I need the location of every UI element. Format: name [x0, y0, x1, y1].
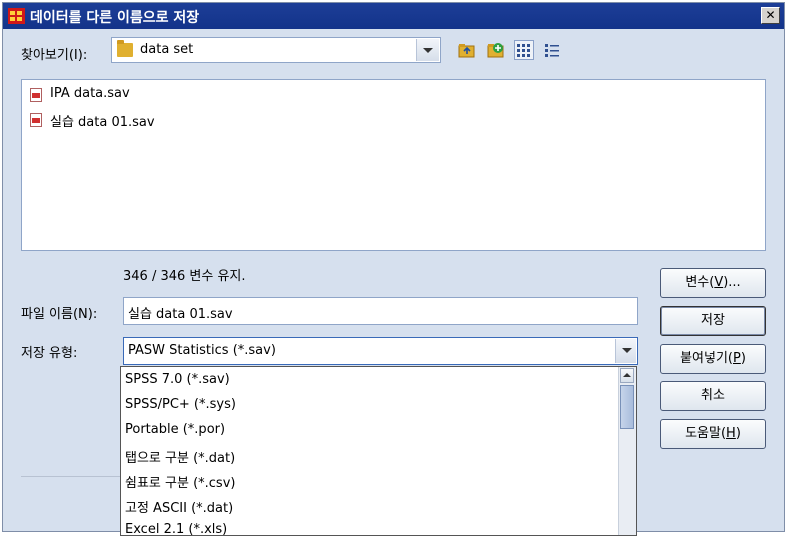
save-type-value: PASW Statistics (*.sav) — [128, 343, 276, 358]
details-view-icon[interactable] — [543, 41, 561, 59]
title-bar: 데이터를 다른 이름으로 저장 ✕ — [3, 3, 784, 29]
cancel-button[interactable]: 취소 — [660, 381, 766, 411]
variables-button[interactable]: 변수(V)... — [660, 268, 766, 298]
file-name-value: 실습 data 01.sav — [128, 307, 233, 322]
scroll-up-arrow-icon[interactable] — [620, 368, 634, 383]
file-name: 실습 data 01.sav — [50, 115, 155, 130]
close-button[interactable]: ✕ — [761, 7, 780, 24]
help-button[interactable]: 도움말(H) — [660, 419, 766, 449]
file-name-input[interactable]: 실습 data 01.sav — [123, 297, 638, 325]
file-name-label: 파일 이름(N): — [21, 307, 98, 322]
save-type-option[interactable]: Excel 2.1 (*.xls) — [125, 522, 227, 535]
look-in-dropdown[interactable]: data set — [111, 37, 441, 63]
save-type-option[interactable]: 탭으로 구분 (*.dat) — [125, 447, 235, 466]
sav-file-icon — [30, 113, 42, 127]
file-name: IPA data.sav — [50, 86, 130, 101]
paste-button[interactable]: 붙여넣기(P) — [660, 344, 766, 374]
look-in-value: data set — [140, 42, 194, 57]
look-in-label: 찾아보기(I): — [21, 48, 88, 63]
dropdown-scrollbar[interactable] — [618, 367, 636, 535]
chevron-down-icon[interactable] — [615, 339, 636, 363]
save-type-label: 저장 유형: — [21, 346, 78, 361]
scrollbar-thumb[interactable] — [620, 385, 634, 429]
save-type-option[interactable]: Portable (*.por) — [125, 422, 225, 437]
save-button[interactable]: 저장 — [660, 306, 766, 336]
variables-kept-status: 346 / 346 변수 유지. — [123, 269, 246, 284]
save-type-dropdown-list[interactable]: SPSS 7.0 (*.sav) SPSS/PC+ (*.sys) Portab… — [120, 366, 637, 536]
save-type-option[interactable]: SPSS/PC+ (*.sys) — [125, 397, 236, 412]
save-type-option[interactable]: 쉼표로 구분 (*.csv) — [125, 472, 235, 491]
window-title: 데이터를 다른 이름으로 저장 — [30, 10, 200, 26]
chevron-down-icon[interactable] — [416, 39, 439, 61]
save-type-option[interactable]: SPSS 7.0 (*.sav) — [125, 372, 230, 387]
folder-icon — [117, 40, 133, 57]
sav-file-icon — [30, 88, 42, 102]
save-type-option[interactable]: 고정 ASCII (*.dat) — [125, 497, 233, 516]
up-folder-icon[interactable] — [458, 41, 476, 59]
spss-app-icon — [8, 8, 25, 24]
save-type-select[interactable]: PASW Statistics (*.sav) — [123, 337, 638, 365]
file-list[interactable]: IPA data.sav 실습 data 01.sav — [21, 79, 766, 251]
new-folder-icon[interactable] — [487, 41, 505, 59]
divider — [21, 476, 121, 477]
list-view-icon[interactable] — [514, 40, 534, 60]
